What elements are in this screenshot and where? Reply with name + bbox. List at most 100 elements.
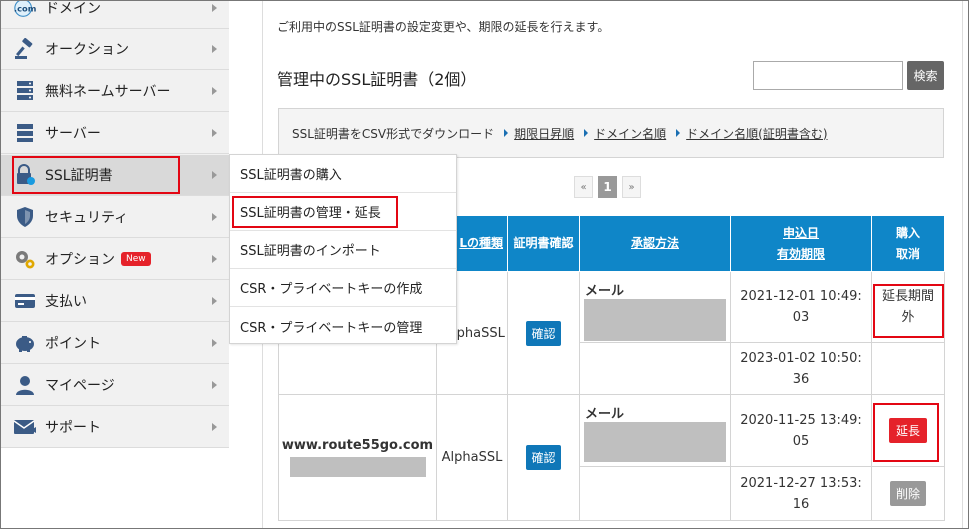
expire-date-seconds: 16 (792, 496, 810, 512)
csv-link-expiry[interactable]: 期限日昇順 (504, 125, 574, 142)
submenu-item-import[interactable]: SSL証明書のインポート (230, 231, 456, 269)
cell-apply-date: 2020-11-25 13:49: 05 (730, 394, 872, 467)
chevron-right-icon (212, 381, 217, 389)
mail-icon (13, 415, 37, 439)
triangle-right-icon (584, 129, 589, 137)
triangle-right-icon (676, 129, 681, 137)
col-method[interactable]: 承認方法 (579, 215, 731, 272)
cell-method-empty (579, 466, 731, 521)
server-stack-icon (13, 79, 37, 103)
chevron-right-icon (212, 4, 217, 12)
gears-icon (13, 247, 37, 271)
sidebar-item-option[interactable]: オプション New (1, 239, 229, 280)
chevron-right-icon (212, 45, 217, 53)
submenu-item-manage[interactable]: SSL証明書の管理・延長 (230, 193, 456, 231)
cell-method: メール (579, 394, 731, 467)
apply-date-seconds: 03 (792, 310, 810, 325)
ssl-submenu: SSL証明書の購入 SSL証明書の管理・延長 SSL証明書のインポート CSR・… (229, 154, 457, 344)
col-apply-date-link[interactable]: 申込日 (783, 226, 819, 240)
sidebar-item-label: 支払い (45, 294, 87, 310)
shield-icon (13, 205, 37, 229)
csv-link-label: 期限日昇順 (514, 126, 575, 141)
pagination: « 1 » (574, 176, 641, 198)
sidebar-item-server[interactable]: サーバー (1, 113, 229, 154)
sidebar-item-payment[interactable]: 支払い (1, 281, 229, 322)
cell-expire-date: 2021-12-27 13:53: 16 (730, 466, 872, 521)
status-label: 外 (901, 310, 915, 325)
cell-status: 延長期間外 (871, 271, 945, 343)
cell-action-empty (871, 342, 945, 395)
svg-text:.com: .com (14, 4, 36, 14)
chevron-right-icon (212, 87, 217, 95)
expire-date: 2021-12-27 13:53: (740, 475, 862, 491)
intro-text: ご利用中のSSL証明書の設定変更や、期限の延長を行えます。 (277, 20, 610, 34)
sidebar-item-label: サーバー (45, 126, 101, 142)
domain-name: www.route55go.com (281, 438, 434, 453)
apply-date-seconds: 05 (792, 433, 810, 449)
pager-current[interactable]: 1 (598, 176, 617, 198)
delete-button[interactable]: 削除 (889, 481, 926, 506)
status-label: 延長期間 (881, 289, 934, 304)
method-mail-label: メール (585, 284, 625, 299)
apply-date: 2021-12-01 10:49: (740, 289, 862, 304)
col-type-link[interactable]: Lの種類 (459, 236, 503, 250)
sidebar-item-auction[interactable]: オークション (1, 29, 229, 70)
cell-apply-date: 2021-12-01 10:49: 03 (730, 271, 872, 343)
card-icon (13, 289, 37, 313)
chevron-right-icon (212, 297, 217, 305)
submenu-item-csr-create[interactable]: CSR・プライベートキーの作成 (230, 269, 456, 307)
redacted-email (584, 422, 726, 462)
col-expire-date-link[interactable]: 有効期限 (777, 247, 825, 261)
page-title: 管理中のSSL証明書（2個） (277, 70, 477, 89)
col-dates[interactable]: 申込日 有効期限 (730, 215, 872, 272)
redacted-email (584, 299, 726, 341)
sidebar-item-point[interactable]: ポイント (1, 323, 229, 364)
sidebar-item-label: サポート (45, 420, 101, 436)
submenu-item-purchase[interactable]: SSL証明書の購入 (230, 155, 456, 193)
chevron-right-icon (212, 171, 217, 179)
csv-label: SSL証明書をCSV形式でダウンロード (292, 126, 495, 141)
sidebar-item-security[interactable]: セキュリティ (1, 197, 229, 238)
pager-prev[interactable]: « (574, 176, 593, 198)
sidebar-item-mypage[interactable]: マイページ (1, 365, 229, 406)
confirm-button[interactable]: 確認 (526, 320, 561, 346)
triangle-right-icon (504, 129, 509, 137)
cell-action: 延長 (871, 394, 945, 467)
apply-date: 2020-11-25 13:49: (740, 412, 862, 428)
ssl-lock-icon (13, 163, 37, 187)
sidebar-item-label: SSL証明書 (45, 168, 113, 184)
expire-date-seconds: 36 (792, 371, 810, 387)
col-confirm: 証明書確認 (507, 215, 580, 272)
pager-next[interactable]: » (622, 176, 641, 198)
sidebar-item-label: マイページ (45, 378, 115, 394)
cell-method-empty (579, 342, 731, 395)
cell-domain: www.route55go.com (278, 394, 437, 521)
table-row: www.route55go.com AlphaSSL 確認 メール 2020-1… (278, 394, 945, 521)
sidebar-item-domain[interactable]: .com ドメイン (1, 0, 229, 29)
cell-confirm: 確認 (507, 394, 580, 521)
extend-button[interactable]: 延長 (888, 418, 927, 443)
sidebar-item-nameserver[interactable]: 無料ネームサーバー (1, 71, 229, 112)
method-mail-label: メール (585, 407, 625, 422)
search-input[interactable] (753, 61, 903, 90)
sidebar-item-ssl[interactable]: SSL証明書 (1, 155, 229, 196)
csv-link-domain-cert[interactable]: ドメイン名順(証明書含む) (676, 125, 828, 142)
submenu-item-csr-manage[interactable]: CSR・プライベートキーの管理 (230, 307, 456, 345)
confirm-button[interactable]: 確認 (526, 445, 561, 470)
sidebar-item-support[interactable]: サポート (1, 407, 229, 448)
col-method-link[interactable]: 承認方法 (631, 236, 679, 250)
col-action-label: 購入 (895, 225, 920, 240)
chevron-right-icon (212, 213, 217, 221)
search-button[interactable]: 検索 (907, 61, 944, 90)
person-icon (13, 373, 37, 397)
new-badge: New (121, 252, 151, 266)
cell-type: AlphaSSL (436, 394, 508, 521)
com-icon: .com (13, 0, 37, 20)
csv-link-domain[interactable]: ドメイン名順 (584, 125, 666, 142)
piggy-bank-icon (13, 331, 37, 355)
chevron-right-icon (212, 129, 217, 137)
chevron-right-icon (212, 423, 217, 431)
csv-link-label: ドメイン名順 (594, 126, 667, 141)
cell-action: 削除 (871, 466, 945, 521)
chevron-right-icon (212, 339, 217, 347)
